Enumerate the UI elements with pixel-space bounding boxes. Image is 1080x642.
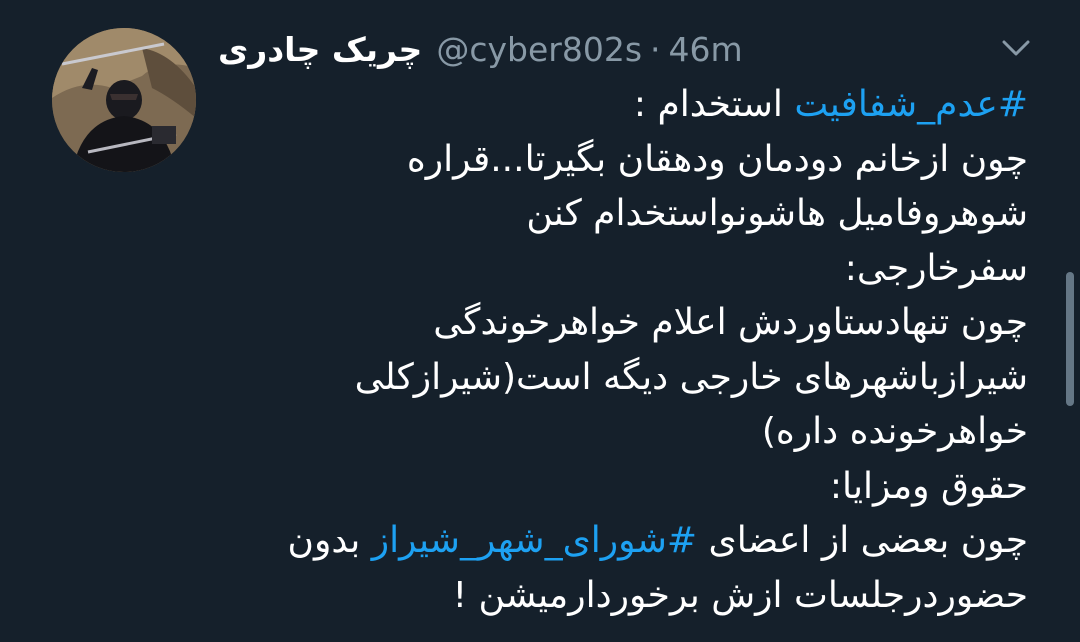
tweet-line: شوهروفامیل هاشونواستخدام کنن (526, 193, 1028, 234)
tweet-text-span: چون بعضی از اعضای (697, 520, 1028, 561)
display-name[interactable]: چریک چادری (218, 30, 422, 69)
user-handle[interactable]: @cyber802s (436, 30, 642, 69)
tweet-line: سفرخارجی: (844, 247, 1028, 289)
tweet-text: #عدم_شفافیت استخدام : چون ازخانم دودمان … (240, 78, 1029, 623)
timestamp[interactable]: 46m (669, 30, 743, 69)
scrollbar-thumb[interactable] (1066, 272, 1074, 406)
tweet-line: چون بعضی از اعضای #شورای_شهر_شیراز بدون (240, 514, 1029, 569)
tweet-header: چریک چادری @cyber802s · 46m (218, 24, 743, 74)
user-avatar[interactable] (52, 28, 196, 172)
tweet-line: چون ازخانم دودمان ودهقان بگیرتا...قراره (406, 138, 1028, 180)
tweet-line: خواهرخونده داره) (761, 411, 1028, 452)
tweet-line: حضوردرجلسات ازش برخوردارمیشن ! (452, 574, 1028, 616)
tweet-line: چون تنهادستاوردش اعلام خواهرخوندگی (433, 302, 1028, 343)
hashtag-link[interactable]: #عدم_شفافیت (794, 84, 1028, 125)
hashtag-link[interactable]: #شورای_شهر_شیراز (372, 520, 697, 561)
tweet-line: شیرازباشهرهای خارجی دیگه است(شیرازکلی (354, 356, 1028, 398)
separator-dot: · (650, 29, 661, 69)
tweet-menu-button[interactable] (1000, 36, 1032, 60)
chevron-down-icon (1002, 40, 1030, 56)
tweet-line: #عدم_شفافیت استخدام : (240, 78, 1028, 133)
avatar-image (52, 28, 196, 172)
tweet-text-span: بدون (287, 520, 372, 561)
tweet-text-span: استخدام : (633, 84, 795, 125)
tweet-line: حقوق ومزایا: (829, 465, 1028, 507)
